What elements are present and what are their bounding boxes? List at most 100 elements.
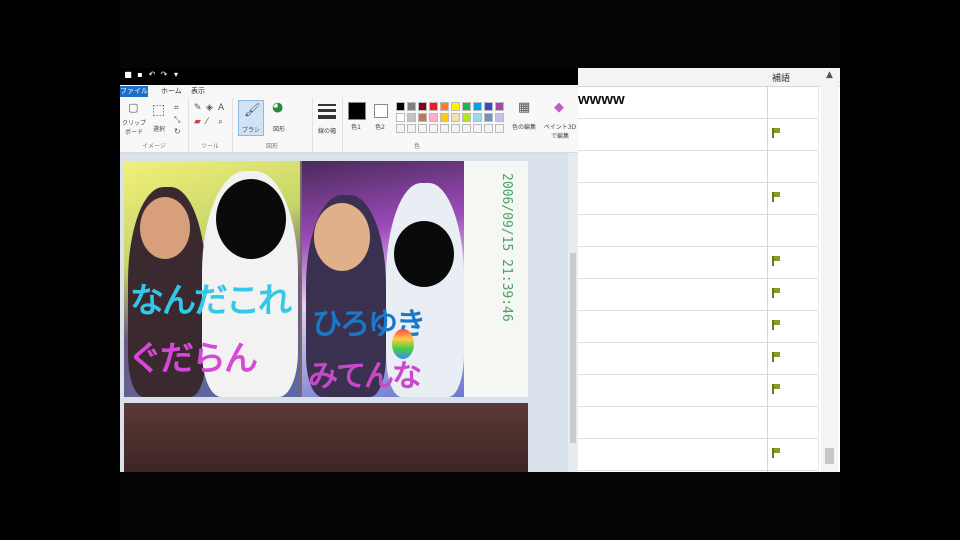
comment-scrollbar[interactable] [821,86,838,472]
palette-swatch[interactable] [418,113,427,122]
save-icon[interactable]: ▪ [136,71,144,79]
list-item[interactable] [578,119,818,151]
flag-icon [772,192,780,202]
tab-home[interactable]: ホーム [158,86,185,97]
color-picker-icon[interactable]: ⁄ [206,116,208,128]
shapes-button[interactable]: 図形 [266,124,292,133]
face-1 [140,197,190,259]
image-group-label: イメージ [142,143,166,150]
select-button[interactable]: 選択 [148,124,170,133]
palette-swatch[interactable] [407,102,416,111]
color1-label: 色1 [351,124,361,131]
photo-panel-middle: ひろゆき みてんな [302,161,464,397]
canvas-image[interactable]: なんだこれ ぐだらん ひろゆき みてんな 2006/09/15 21:39:46 [124,161,528,397]
palette-swatch-empty[interactable] [484,124,493,133]
palette-swatch[interactable] [462,102,471,111]
text-icon[interactable]: A [218,102,224,114]
palette-swatch-empty[interactable] [396,124,405,133]
palette-swatch[interactable] [451,113,460,122]
list-item[interactable] [578,183,818,215]
palette-swatch[interactable] [407,113,416,122]
canvas-scrollbar[interactable] [568,153,578,472]
palette-swatch[interactable] [396,113,405,122]
list-item[interactable] [578,247,818,279]
palette-swatch[interactable] [418,102,427,111]
photo-panel-left: なんだこれ ぐだらん [124,161,300,397]
palette-swatch[interactable] [429,113,438,122]
title-bar: ■ ▪ ↶ ↷ ▾ [120,68,578,85]
palette-swatch[interactable] [473,113,482,122]
palette-swatch[interactable] [495,113,504,122]
column-divider-2 [818,86,819,472]
eraser-icon[interactable]: ▰ [194,116,201,128]
letterbox-top [120,0,840,68]
customize-icon[interactable]: ▾ [172,71,180,79]
palette-swatch-empty[interactable] [451,124,460,133]
comment-text: wwww [578,91,625,108]
list-item[interactable] [578,151,818,183]
colors-group: 色1 色2 ▦ 色の編集 ◆ ペイント3Dで編集 色 [342,98,578,152]
paint3d-icon[interactable]: ◆ [554,101,564,114]
palette-swatch[interactable] [473,102,482,111]
brush-button[interactable]: 🖌 ブラシ [238,100,264,136]
list-item[interactable] [578,343,818,375]
palette-swatch-empty[interactable] [429,124,438,133]
paste-icon[interactable]: ▢ [128,102,138,114]
palette-swatch-empty[interactable] [495,124,504,133]
palette-swatch[interactable] [451,102,460,111]
menu-tabs: ファイル ホーム 表示 [120,85,578,99]
palette-swatch-empty[interactable] [440,124,449,133]
list-item[interactable] [578,311,818,343]
palette-swatch-empty[interactable] [462,124,471,133]
palette-swatch[interactable] [396,102,405,111]
pencil-icon[interactable]: ✎ [194,102,202,114]
edit-colors-button[interactable]: 色の編集 [512,122,536,131]
list-item[interactable] [578,375,818,407]
clipboard-button[interactable]: クリップボード [122,118,146,136]
column-header[interactable]: 補語 [772,71,790,84]
canvas-scrollbar-thumb[interactable] [570,253,576,443]
rotate-icon[interactable]: ↻ [174,126,181,138]
palette-swatch-empty[interactable] [407,124,416,133]
color2-swatch[interactable] [374,104,388,118]
list-item[interactable] [578,215,818,247]
crop-icon[interactable]: ⌗ [174,102,179,114]
redo-icon[interactable]: ↷ [160,71,168,79]
scroll-up-icon[interactable]: ▲ [826,70,833,80]
magnifier-icon[interactable]: ⌕ [218,116,223,128]
comment-scrollbar-thumb[interactable] [825,448,834,464]
resize-icon[interactable]: ⤡ [174,114,180,126]
list-item[interactable] [578,279,818,311]
line-width-button[interactable]: 線の幅 [312,126,342,135]
flag-icon [772,320,780,330]
palette-swatch-empty[interactable] [418,124,427,133]
palette-swatch[interactable] [484,102,493,111]
list-item[interactable] [578,407,818,439]
palette-swatch[interactable] [495,102,504,111]
palette-swatch[interactable] [462,113,471,122]
line-width-icon-2 [318,109,336,112]
flag-icon [772,384,780,394]
tab-file[interactable]: ファイル [120,86,148,97]
palette-swatch[interactable] [429,102,438,111]
paint3d-button[interactable]: ペイント3Dで編集 [542,122,578,140]
undo-icon[interactable]: ↶ [148,71,156,79]
edit-colors-icon[interactable]: ▦ [518,101,530,114]
palette-swatch[interactable] [484,113,493,122]
tools-group-label: ツール [200,143,219,150]
line-width-icon[interactable] [318,104,336,106]
palette-swatch-empty[interactable] [473,124,482,133]
list-item[interactable] [578,439,818,471]
line-width-group: 線の幅 [312,98,343,152]
select-icon[interactable]: ⬚ [152,103,165,117]
tab-view[interactable]: 表示 [188,86,208,97]
app-icon: ■ [124,70,132,79]
fill-icon[interactable]: ◈ [206,102,213,114]
shapes-icon[interactable]: ◕ [272,101,283,114]
ribbon: ▢ クリップボード ⬚ 選択 ⌗ ⤡ ↻ イメージ ✎ ◈ A ▰ ⁄ ⌕ ツー… [120,98,578,153]
canvas-area[interactable]: なんだこれ ぐだらん ひろゆき みてんな 2006/09/15 21:39:46 [120,153,568,472]
list-item[interactable]: wwww [578,87,818,119]
color1-swatch[interactable] [348,102,366,120]
palette-swatch[interactable] [440,113,449,122]
palette-swatch[interactable] [440,102,449,111]
